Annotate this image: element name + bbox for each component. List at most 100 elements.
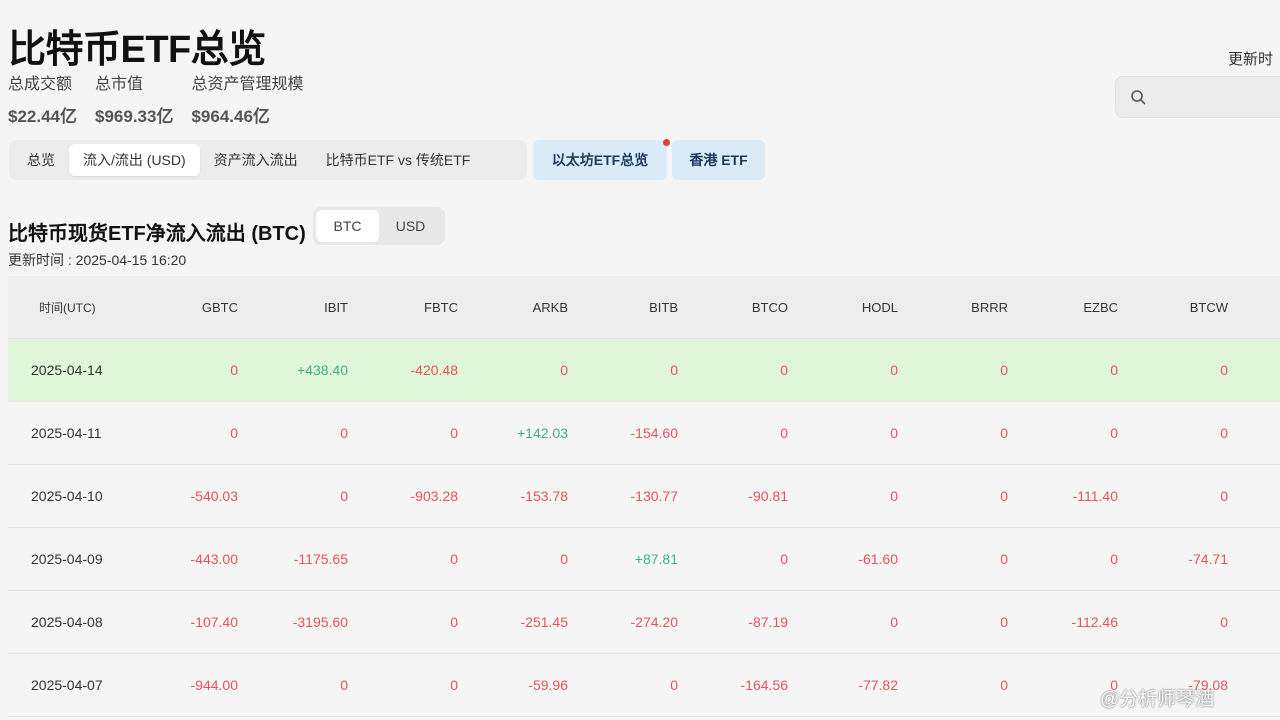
flow-cell: -90.81 [748,488,788,504]
flow-cell: -61.60 [858,551,898,567]
column-header-ezbc[interactable]: EZBC [1008,300,1118,315]
etf-flow-table: 时间(UTC) GBTC IBIT FBTC ARKB BITB BTCO HODL BRRR E… [8,276,1280,717]
flow-cell: +142.03 [517,425,568,441]
watermark: @分析师琴酒 [1100,689,1215,710]
flow-cell: 0 [450,551,458,567]
table-body: 2025-04-14 0 +438.40 -420.48 0 0 0 0 0 0 0 2025-04-… [8,339,1280,717]
stat-market-cap: 总市值 $969.33亿 [95,70,173,127]
toggle-btc[interactable]: BTC [316,210,379,242]
tab-bar: 总览 流入/流出 (USD) 资产流入流出 比特币ETF vs 传统ETF [9,140,527,180]
unit-toggle: BTC USD [313,207,445,245]
flow-cell: +438.40 [297,362,348,378]
flow-cell: -540.03 [190,488,238,504]
flow-cell: 0 [230,362,238,378]
flow-cell: 0 [890,425,898,441]
table-row: 2025-04-10 -540.03 0 -903.28 -153.78 -130.77 -… [8,465,1280,528]
notification-dot [663,139,670,146]
flow-cell: -87.19 [748,614,788,630]
flow-cell: 0 [450,677,458,693]
row-date: 2025-04-11 [31,425,102,441]
tab-eth-overview[interactable]: 以太坊ETF总览 [533,140,667,180]
flow-cell: 0 [780,551,788,567]
stat-label: 总市值 [95,76,144,93]
flow-cell: 0 [670,677,678,693]
flow-cell: 0 [670,362,678,378]
flow-cell: -443.00 [190,551,238,567]
flow-cell: -154.60 [630,425,678,441]
stat-value: $964.46亿 [191,107,270,126]
column-header-gbtc[interactable]: GBTC [128,300,238,315]
flow-cell: 0 [560,551,568,567]
flow-cell: 0 [1000,488,1008,504]
flow-cell: -112.46 [1071,614,1118,630]
flow-cell: -1175.65 [293,551,348,567]
flow-cell: 0 [1000,362,1008,378]
row-date: 2025-04-07 [31,677,103,693]
flow-cell: -903.28 [410,488,458,504]
section-title: 比特币现货ETF净流入流出 (BTC) [8,223,306,245]
tab-asset-flows[interactable]: 资产流入流出 [200,144,312,176]
flow-cell: -111.40 [1072,488,1118,504]
flow-cell: 0 [890,614,898,630]
flow-cell: -77.82 [858,677,898,693]
flow-cell: 0 [1000,614,1008,630]
flow-cell: 0 [1110,551,1118,567]
flow-cell: -130.77 [630,488,678,504]
table-row: 2025-04-11 0 0 0 +142.03 -154.60 0 0 0 0 0 [8,402,1280,465]
flow-cell: +87.81 [634,551,678,567]
stat-value: $969.33亿 [95,107,174,126]
column-header-arkb[interactable]: ARKB [458,300,568,315]
flow-cell: -274.20 [630,614,678,630]
flow-cell: 0 [1220,614,1228,630]
flow-cell: 0 [1000,551,1008,567]
flow-cell: 0 [230,425,238,441]
table-row: 2025-04-09 -443.00 -1175.65 0 0 +87.81 0 -61.60… [8,528,1280,591]
column-header-brrr[interactable]: BRRR [898,300,1008,315]
flow-cell: -420.48 [410,362,458,378]
search-box[interactable] [1115,76,1280,118]
table-row: 2025-04-14 0 +438.40 -420.48 0 0 0 0 0 0 0 [8,339,1280,402]
flow-cell: -74.71 [1188,551,1228,567]
tab-overview[interactable]: 总览 [13,144,69,176]
tab-hk-etf[interactable]: 香港 ETF [672,140,765,180]
column-header-time[interactable]: 时间(UTC) [8,299,128,316]
table-row: 2025-04-07 -944.00 0 0 -59.96 0 -164.56 -77.82 0… [8,654,1280,717]
flow-cell: 0 [890,362,898,378]
flow-cell: 0 [780,425,788,441]
flow-cell: 0 [1110,362,1118,378]
tab-inflow-outflow-usd[interactable]: 流入/流出 (USD) [69,144,200,176]
column-header-btcw[interactable]: BTCW [1118,300,1228,315]
flow-cell: 0 [1220,488,1228,504]
column-header-btco[interactable]: BTCO [678,300,788,315]
stat-label: 总成交额 [8,76,73,93]
flow-cell: 0 [1000,425,1008,441]
row-date: 2025-04-14 [31,362,103,378]
flow-cell: 0 [1000,677,1008,693]
row-date: 2025-04-09 [31,551,103,567]
flow-cell: 0 [340,488,348,504]
flow-cell: 0 [450,425,458,441]
flow-cell: -3195.60 [292,614,348,630]
stat-label: 总资产管理规模 [191,76,304,93]
row-date: 2025-04-10 [31,488,103,504]
toggle-usd[interactable]: USD [379,210,442,242]
column-header-fbtc[interactable]: FBTC [348,300,458,315]
stat-total-volume: 总成交额 $22.44亿 [8,70,77,127]
flow-cell: 0 [890,488,898,504]
column-header-hodl[interactable]: HODL [788,300,898,315]
search-icon [1131,90,1146,105]
flow-cell: 0 [450,614,458,630]
tab-btc-vs-traditional[interactable]: 比特币ETF vs 传统ETF [312,144,485,176]
updated-time-label: 更新时 [1228,51,1274,68]
flow-cell: -153.78 [520,488,568,504]
flow-cell: 0 [340,677,348,693]
column-header-bitb[interactable]: BITB [568,300,678,315]
table-header: 时间(UTC) GBTC IBIT FBTC ARKB BITB BTCO HODL BRRR E… [8,276,1280,339]
column-header-ibit[interactable]: IBIT [238,300,348,315]
flow-cell: 0 [340,425,348,441]
stat-aum: 总资产管理规模 $964.46亿 [191,70,303,127]
stats-summary: 总成交额 $22.44亿 总市值 $969.33亿 总资产管理规模 $964.4… [8,70,303,127]
flow-cell: 0 [560,362,568,378]
search-input[interactable] [1156,85,1280,103]
flow-cell: -251.45 [520,614,568,630]
